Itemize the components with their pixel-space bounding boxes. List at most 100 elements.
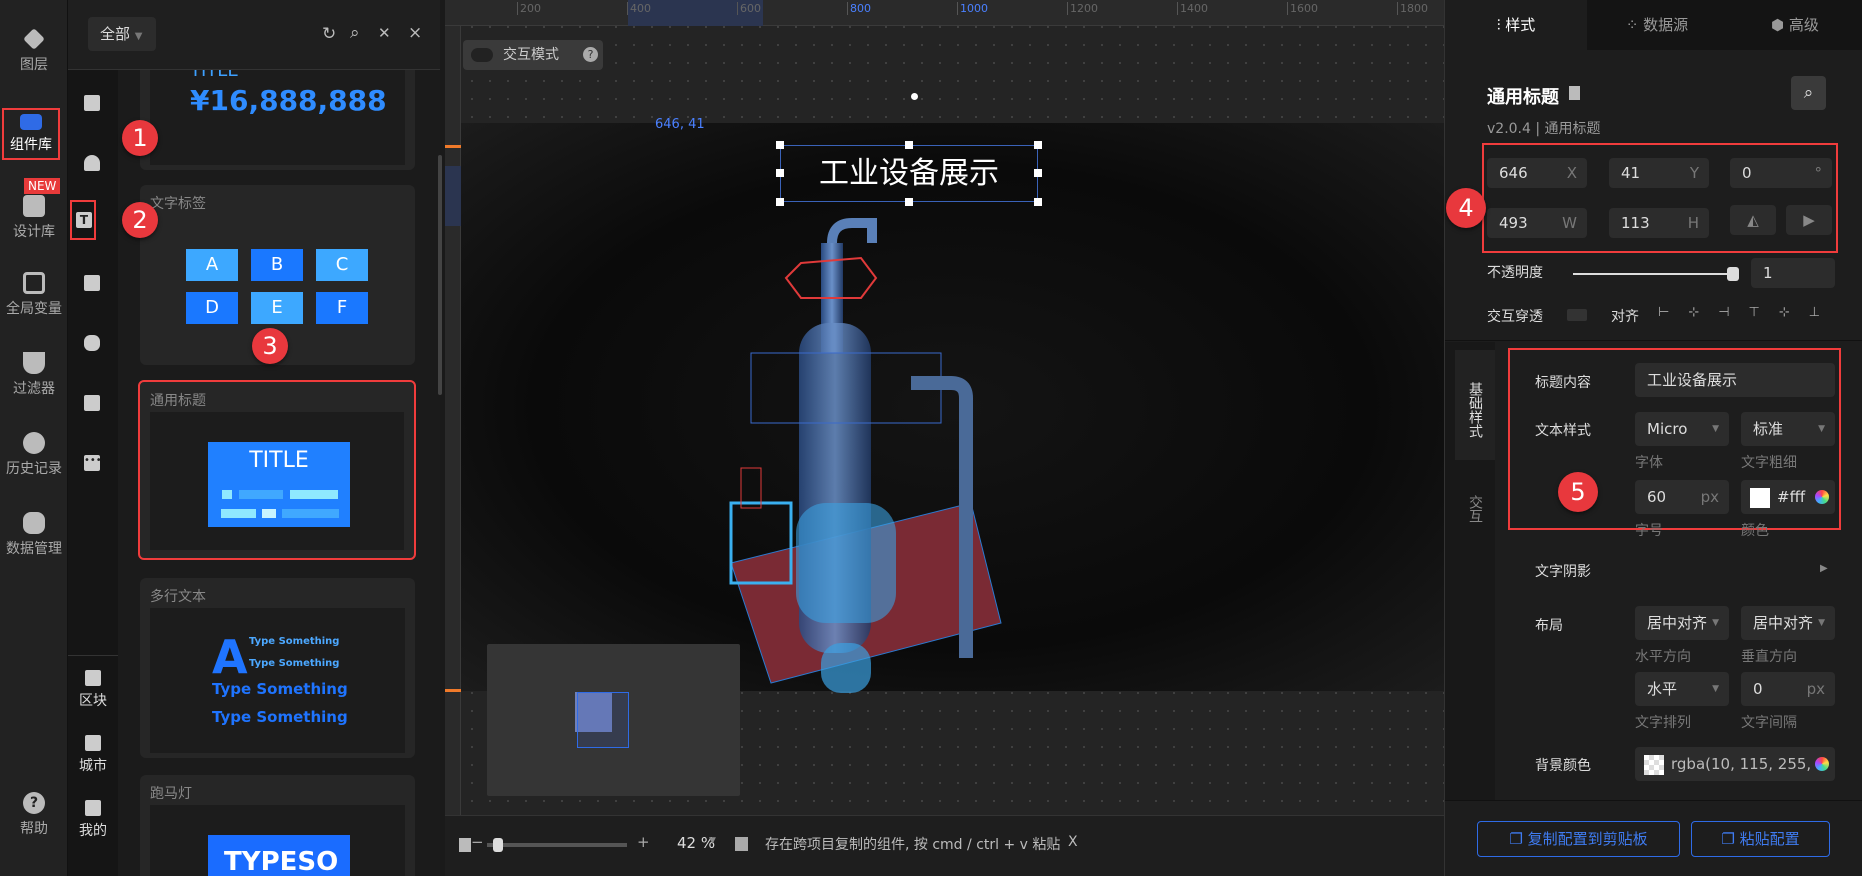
- chevron-down-icon[interactable]: ▼: [709, 836, 716, 846]
- close-icon[interactable]: ×: [408, 23, 422, 43]
- nav-design-library[interactable]: 设计库: [0, 195, 68, 241]
- weight-select[interactable]: 标准 ▼: [1741, 412, 1835, 446]
- chart-category-icon[interactable]: [84, 95, 100, 111]
- nav-label: 设计库: [13, 224, 55, 240]
- tab-style[interactable]: ⫶ 样式: [1445, 0, 1587, 50]
- minimap-viewport[interactable]: [577, 692, 629, 748]
- blocks-tab[interactable]: 区块: [68, 670, 118, 710]
- resize-handle[interactable]: [905, 198, 913, 206]
- close-hint-button[interactable]: X: [1068, 834, 1078, 850]
- font-size-value: 60: [1647, 488, 1667, 506]
- selected-title-component[interactable]: 工业设备展示: [780, 145, 1038, 202]
- text-category-highlight[interactable]: T: [70, 200, 96, 240]
- map-category-icon[interactable]: [84, 155, 100, 171]
- resize-handle[interactable]: [1034, 169, 1042, 177]
- title-content-input[interactable]: 工业设备展示: [1635, 363, 1835, 397]
- h-dir-caption: 水平方向: [1635, 649, 1691, 665]
- panel-scrollbar[interactable]: [438, 155, 442, 395]
- doc-icon[interactable]: [1569, 86, 1580, 100]
- card-number-title[interactable]: TITLE ¥16,888,888: [140, 70, 415, 170]
- card-marquee[interactable]: 跑马灯 TYPESO: [140, 775, 415, 876]
- flip-horizontal-button[interactable]: ◭: [1730, 205, 1776, 235]
- nav-data[interactable]: 数据管理: [0, 512, 68, 558]
- caret-right-icon[interactable]: ▶: [1820, 563, 1828, 574]
- resize-handle[interactable]: [905, 141, 913, 149]
- zoom-slider[interactable]: [487, 838, 627, 852]
- resize-handle[interactable]: [776, 141, 784, 149]
- card-general-title[interactable]: 通用标题 TITLE: [138, 380, 416, 560]
- search-icon[interactable]: ⌕: [350, 23, 360, 43]
- spacing-caption: 文字间隔: [1741, 715, 1797, 731]
- database-icon: [23, 512, 45, 534]
- canvas-area[interactable]: 200 400 600 800 1000 1200 1400 1600 1800 交互模式 ? …: [445, 0, 1444, 815]
- category-select[interactable]: 全部 ▼: [88, 17, 156, 51]
- card-multiline-text[interactable]: 多行文本 A Type Something Type Something Typ…: [140, 578, 415, 758]
- rotate-handle[interactable]: [911, 93, 918, 100]
- zoom-in-button[interactable]: +: [637, 833, 650, 851]
- text-shadow-toggle[interactable]: 文字阴影: [1535, 561, 1591, 581]
- spacing-input[interactable]: 0 px: [1741, 672, 1835, 706]
- w-unit: W: [1562, 214, 1577, 232]
- color-wheel-icon[interactable]: [1815, 757, 1829, 771]
- minimap[interactable]: [487, 644, 740, 796]
- help-icon[interactable]: ?: [583, 47, 598, 62]
- category-value: 全部: [100, 25, 131, 43]
- interact-mode-toggle[interactable]: 交互模式 ?: [463, 40, 603, 70]
- tab-datasource[interactable]: ⁘ 数据源: [1587, 0, 1727, 50]
- tab-advanced[interactable]: ⬢ 高级: [1727, 0, 1862, 50]
- zoom-out-button[interactable]: −: [471, 833, 484, 851]
- side-tab-interaction[interactable]: 交互: [1455, 495, 1495, 523]
- fit-screen-icon[interactable]: [459, 838, 471, 852]
- h-align-select[interactable]: 居中对齐 ▼: [1635, 606, 1729, 640]
- align-buttons[interactable]: ⊢⊹⊣⊤⊹⊥: [1658, 305, 1839, 320]
- height-input[interactable]: 113 H: [1609, 208, 1709, 238]
- zoom-slider-handle[interactable]: [493, 838, 503, 852]
- rotation-input[interactable]: 0 °: [1730, 158, 1832, 188]
- city-tab[interactable]: 城市: [68, 735, 118, 775]
- opacity-slider-handle[interactable]: [1727, 267, 1739, 281]
- pin-icon[interactable]: ✕: [378, 24, 391, 42]
- arrange-select[interactable]: 水平 ▼: [1635, 672, 1729, 706]
- copy-label: 复制配置到剪贴板: [1527, 830, 1648, 848]
- 3d-category-icon[interactable]: [84, 335, 100, 351]
- copy-config-button[interactable]: ❐ 复制配置到剪贴板: [1477, 821, 1680, 857]
- font-size-input[interactable]: 60 px: [1635, 480, 1729, 514]
- preview-letter: A: [212, 630, 248, 684]
- y-input[interactable]: 41 Y: [1609, 158, 1709, 188]
- nav-global-vars[interactable]: 全局变量: [0, 272, 68, 318]
- font-select[interactable]: Micro ▼: [1635, 412, 1729, 446]
- width-input[interactable]: 493 W: [1487, 208, 1587, 238]
- resize-handle[interactable]: [776, 198, 784, 206]
- sliders-icon: ⫶: [1496, 16, 1506, 34]
- color-wheel-icon[interactable]: [1815, 490, 1829, 504]
- nav-help[interactable]: ? 帮助: [0, 792, 68, 838]
- v-align-select[interactable]: 居中对齐 ▼: [1741, 606, 1835, 640]
- opacity-input[interactable]: 1: [1751, 258, 1835, 288]
- preview-line: Type Something: [212, 680, 348, 698]
- opacity-slider[interactable]: [1573, 267, 1739, 281]
- ruler-left: [445, 26, 461, 815]
- media-category-icon[interactable]: [84, 395, 100, 411]
- refresh-icon[interactable]: ↻: [322, 24, 336, 44]
- bg-color-picker[interactable]: rgba(10, 115, 255,: [1635, 747, 1835, 781]
- paste-config-button[interactable]: ❐ 粘贴配置: [1691, 821, 1830, 857]
- search-button[interactable]: ⌕: [1791, 76, 1826, 110]
- resize-handle[interactable]: [1034, 141, 1042, 149]
- side-tab-basic-style[interactable]: 基础样式: [1455, 350, 1495, 460]
- h-unit: H: [1687, 214, 1699, 232]
- nav-history[interactable]: 历史记录: [0, 432, 68, 478]
- toggle-switch[interactable]: [471, 48, 493, 62]
- resize-handle[interactable]: [1034, 198, 1042, 206]
- nav-filters[interactable]: 过滤器: [0, 352, 68, 398]
- x-input[interactable]: 646 X: [1487, 158, 1587, 188]
- pass-through-toggle[interactable]: [1567, 309, 1587, 321]
- more-icon[interactable]: •••: [84, 455, 102, 471]
- mine-tab[interactable]: 我的: [68, 800, 118, 840]
- resize-handle[interactable]: [776, 169, 784, 177]
- marker-1: 1: [122, 120, 158, 156]
- nav-layers[interactable]: 图层: [0, 28, 68, 74]
- nav-components[interactable]: 组件库: [2, 108, 60, 160]
- color-picker[interactable]: #fff: [1741, 480, 1835, 514]
- flip-vertical-button[interactable]: ▶: [1786, 205, 1832, 235]
- table-category-icon[interactable]: [84, 275, 100, 291]
